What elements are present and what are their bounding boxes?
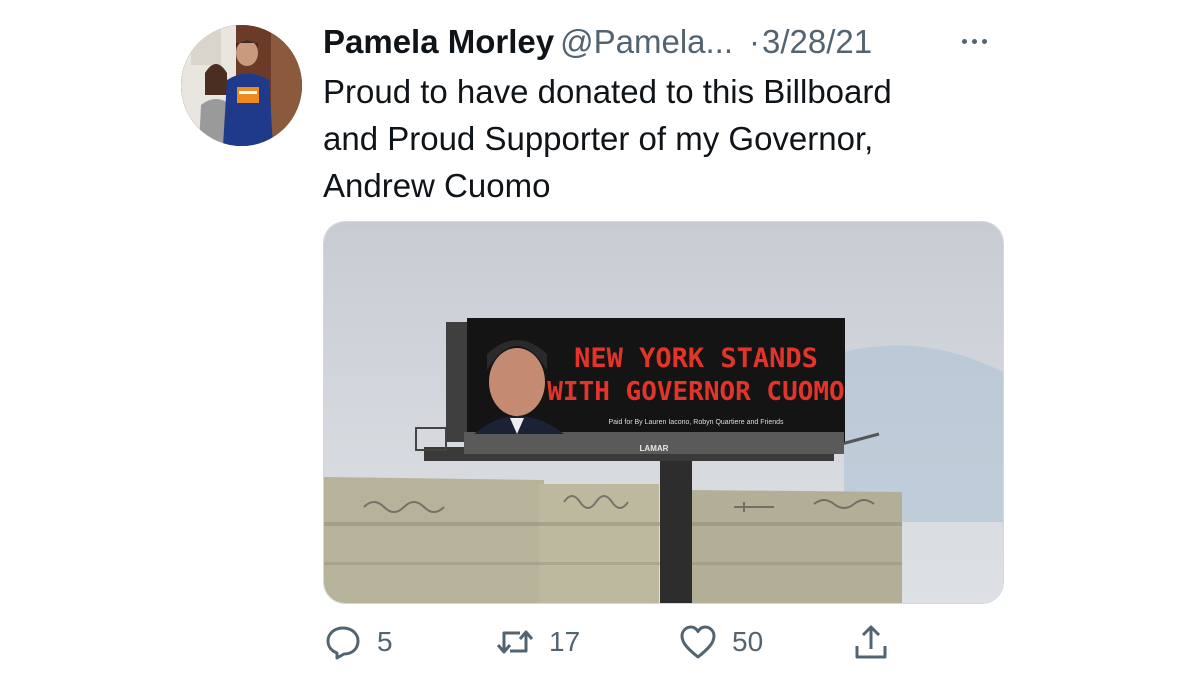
author-handle[interactable]: @Pamela...: [560, 23, 733, 60]
billboard-headline-2: WITH GOVERNOR CUOMO: [547, 377, 844, 407]
tweet-date[interactable]: 3/28/21: [762, 23, 872, 60]
retweet-count: 17: [549, 626, 581, 657]
retweet-icon: [496, 630, 534, 654]
tweet-text-line: Proud to have donated to this Billboard: [323, 73, 892, 110]
billboard-headline-1: NEW YORK STANDS: [574, 343, 818, 374]
tweet-header: Pamela Morley @Pamela... ·3/28/21: [323, 22, 872, 62]
reply-count: 5: [377, 626, 393, 657]
billboard-credit: Paid for By Lauren Iacono, Robyn Quartie…: [608, 419, 784, 426]
retweet-button[interactable]: 17: [495, 620, 580, 664]
share-icon: [855, 625, 887, 659]
like-count: 50: [732, 626, 764, 657]
more-options-button[interactable]: [962, 26, 1002, 56]
reply-button[interactable]: 5: [323, 620, 393, 664]
tweet-text-line: and Proud Supporter of my Governor,: [323, 120, 874, 157]
author-avatar[interactable]: [181, 25, 302, 146]
tweet-media-image[interactable]: NEW YORK STANDS WITH GOVERNOR CUOMO Paid…: [323, 221, 1004, 604]
separator-dot: ·: [749, 23, 761, 60]
avatar-photo: [181, 25, 302, 146]
reply-icon: [326, 626, 360, 660]
billboard-brand: LAMAR: [640, 444, 669, 453]
author-name[interactable]: Pamela Morley: [323, 23, 554, 60]
billboard-photo: NEW YORK STANDS WITH GOVERNOR CUOMO Paid…: [324, 222, 1003, 603]
tweet-text-line: Andrew Cuomo: [323, 167, 551, 204]
heart-icon: [680, 625, 716, 659]
tweet-actions: 5 17 50: [323, 620, 1003, 664]
more-dots-icon: [962, 26, 1002, 44]
tweet-text: Proud to have donated to this Billboard …: [323, 68, 1003, 209]
like-button[interactable]: 50: [678, 620, 763, 664]
share-button[interactable]: [851, 620, 891, 664]
